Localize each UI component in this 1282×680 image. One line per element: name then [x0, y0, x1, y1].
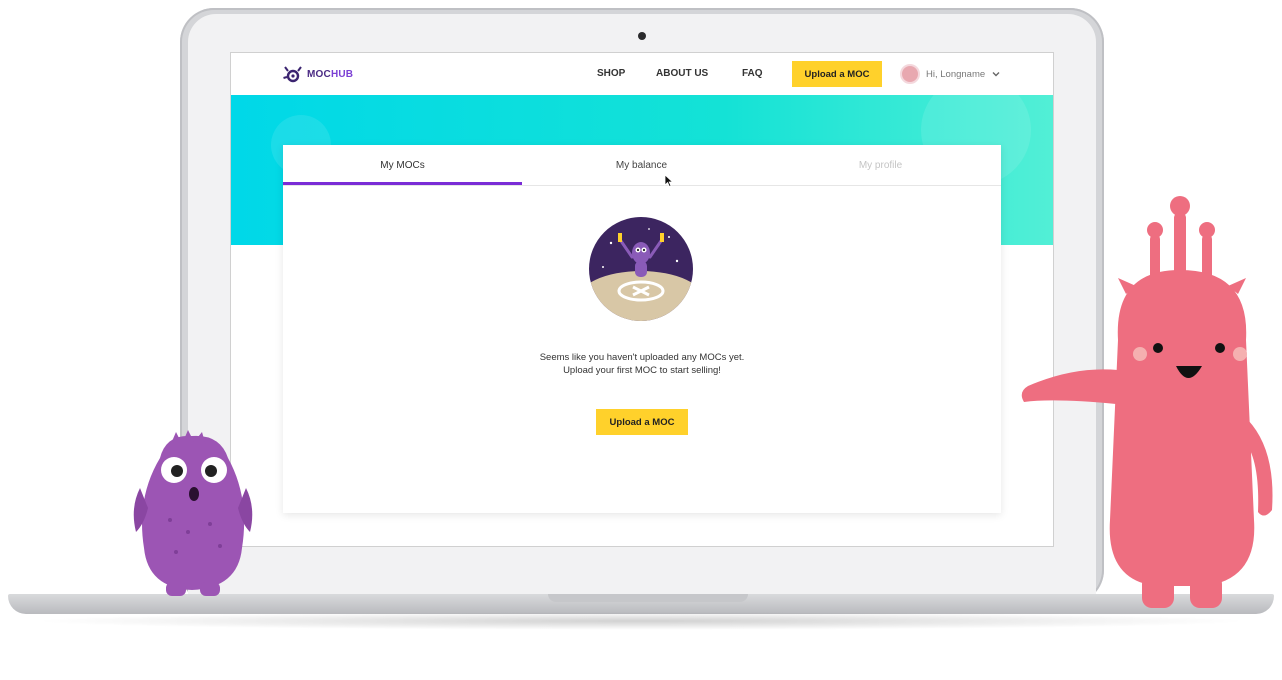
navbar: MOCHUB SHOP ABOUT US FAQ Upload a MOC Hi…	[231, 53, 1053, 96]
user-avatar	[900, 64, 920, 84]
purple-monster-mascot	[133, 430, 253, 596]
laptop-screen: MOCHUB SHOP ABOUT US FAQ Upload a MOC Hi…	[230, 52, 1054, 547]
empty-state-message: Seems like you haven't uploaded any MOCs…	[283, 351, 1001, 377]
tab-my-profile[interactable]: My profile	[761, 145, 1000, 185]
empty-state-line-1: Seems like you haven't uploaded any MOCs…	[539, 352, 745, 363]
nav-link-faq[interactable]: FAQ	[742, 68, 763, 79]
logo-text-hub: HUB	[330, 68, 354, 80]
tab-my-balance[interactable]: My balance	[522, 145, 761, 185]
pink-monster-mascot	[1021, 196, 1273, 608]
upload-moc-button[interactable]: Upload a MOC	[596, 409, 688, 435]
laptop-base-notch	[548, 594, 748, 602]
logo-text: MOCHUB	[307, 69, 353, 80]
mouse-cursor-icon	[664, 174, 674, 188]
upload-moc-nav-button[interactable]: Upload a MOC	[792, 61, 882, 87]
nav-link-shop[interactable]: SHOP	[597, 68, 625, 79]
webcam-icon	[638, 32, 646, 40]
mochub-logo-icon	[283, 66, 302, 83]
empty-state-illustration	[589, 217, 693, 321]
active-tab-indicator	[283, 182, 522, 185]
dashboard-card: My MOCs My balance My profile Seems like…	[283, 145, 1001, 513]
logo-text-moc: MOC	[307, 68, 331, 80]
tab-my-mocs[interactable]: My MOCs	[283, 145, 522, 185]
nav-link-about-us[interactable]: ABOUT US	[656, 68, 708, 79]
empty-state-line-2: Upload your first MOC to start selling!	[563, 365, 721, 376]
logo[interactable]: MOCHUB	[283, 65, 353, 83]
tab-bar: My MOCs My balance My profile	[283, 145, 1001, 188]
